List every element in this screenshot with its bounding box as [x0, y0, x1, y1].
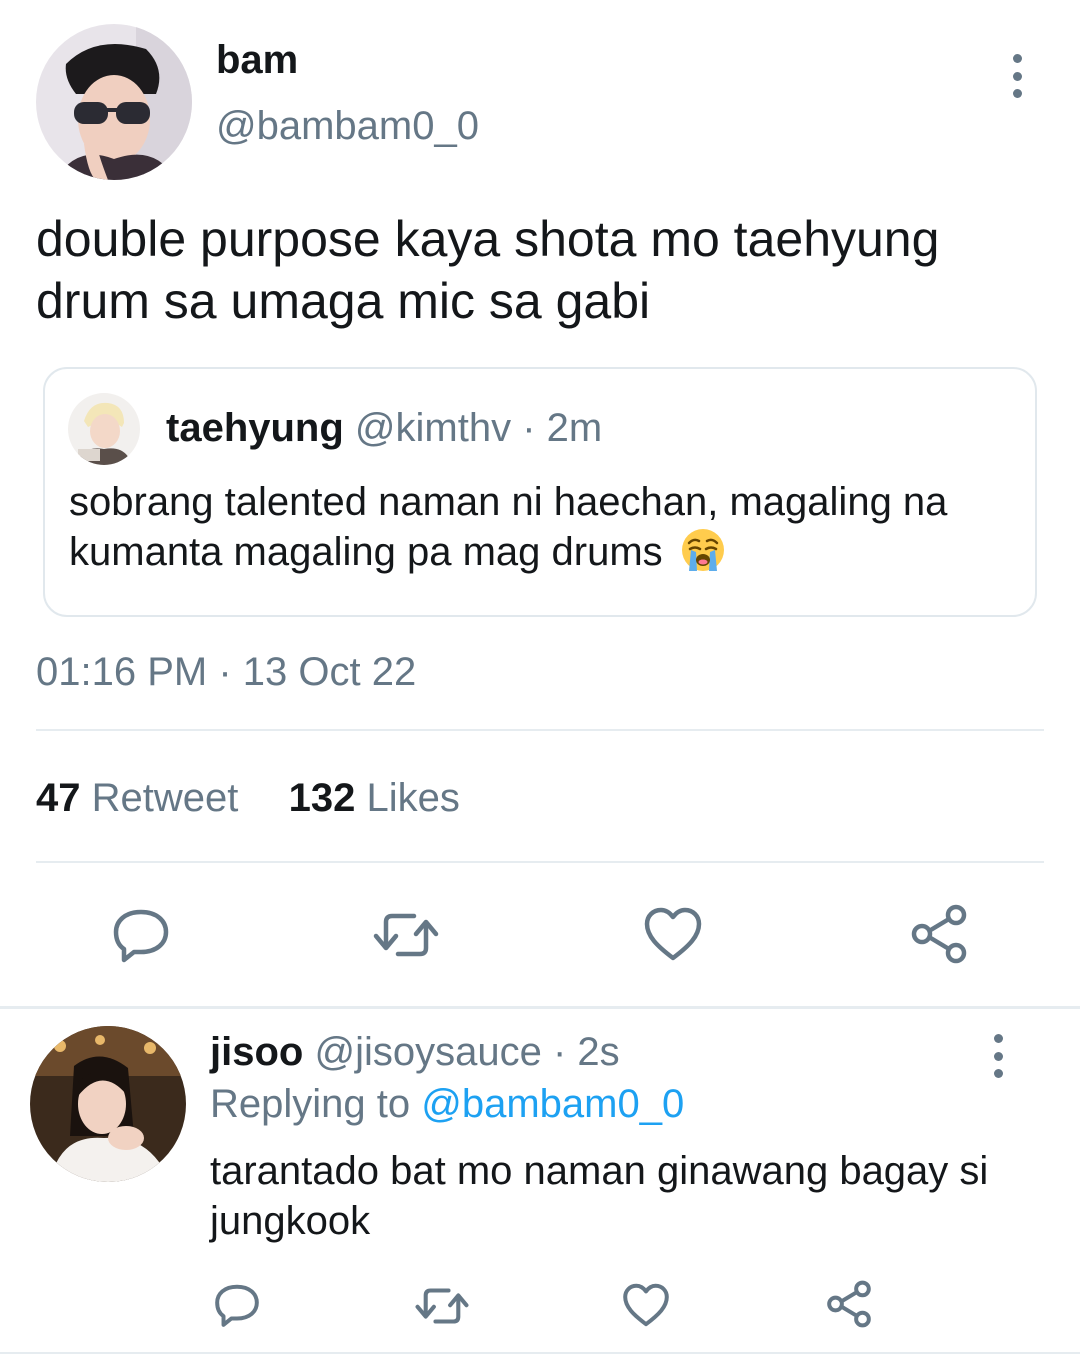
reply-time: 2s [577, 1030, 620, 1074]
engagement-stats: 47 Retweet 132 Likes [36, 776, 460, 821]
reply-like-button[interactable] [622, 1282, 670, 1328]
like-icon [644, 907, 702, 961]
retweet-icon [415, 1288, 469, 1324]
quoted-author-avatar[interactable] [68, 393, 140, 465]
retweet-count[interactable]: 47 [36, 776, 81, 820]
tweet-timestamp: 01:16 PM · 13 Oct 22 [36, 650, 417, 694]
profile-photo-icon [36, 24, 192, 180]
quoted-tweet-time: 2m [546, 406, 603, 450]
loudly-crying-face-icon [681, 529, 724, 571]
author-handle[interactable]: @bambam0_0 [216, 104, 479, 149]
reply-icon [113, 909, 169, 963]
separator-dot: · [552, 1030, 567, 1074]
divider [36, 861, 1044, 863]
reply-share-button[interactable] [826, 1280, 872, 1328]
share-icon [827, 1280, 871, 1328]
reply-author-avatar[interactable] [30, 1026, 186, 1182]
retweet-icon [373, 913, 439, 957]
quoted-tweet-text-block: sobrang talented naman ni haechan, magal… [69, 477, 1019, 577]
reply-icon [215, 1284, 259, 1327]
tweet-text: double purpose kaya shota mo taehyung dr… [36, 211, 940, 329]
more-options-icon[interactable] [1007, 54, 1027, 98]
section-separator [0, 1006, 1080, 1009]
divider [36, 729, 1044, 731]
reply-button[interactable] [112, 906, 170, 964]
likes-label[interactable]: Likes [367, 776, 460, 820]
retweet-button[interactable] [372, 908, 440, 962]
like-button[interactable] [643, 906, 703, 962]
author-name[interactable]: bam [216, 38, 298, 83]
reply-more-options-icon[interactable] [988, 1034, 1008, 1078]
likes-count[interactable]: 132 [289, 776, 356, 820]
share-button[interactable] [910, 904, 968, 964]
profile-photo-icon [68, 393, 140, 465]
quoted-tweet-text: sobrang talented naman ni haechan, magal… [69, 480, 948, 574]
reply-retweet-button[interactable] [414, 1284, 470, 1328]
reply-text: tarantado bat mo naman ginawang bagay si… [210, 1149, 989, 1243]
separator-dot: · [522, 406, 536, 450]
reply-header: jisoo @jisoysauce · 2s [210, 1030, 620, 1075]
reply-author-name[interactable]: jisoo [210, 1030, 303, 1074]
quoted-tweet-header: taehyung @kimthv · 2m [166, 406, 602, 451]
reply-reply-button[interactable] [214, 1282, 260, 1328]
profile-photo-icon [30, 1026, 186, 1182]
author-avatar[interactable] [36, 24, 192, 180]
divider [0, 1352, 1080, 1354]
quoted-author-name[interactable]: taehyung [166, 406, 344, 450]
replying-to-mention[interactable]: @bambam0_0 [421, 1082, 684, 1126]
quoted-author-handle[interactable]: @kimthv [355, 406, 511, 450]
tweet-detail-screen: bam @bambam0_0 double purpose kaya shota… [0, 0, 1080, 1356]
replying-to-line: Replying to @bambam0_0 [210, 1082, 684, 1127]
replying-to-label: Replying to [210, 1082, 411, 1126]
share-icon [911, 904, 967, 964]
like-icon [623, 1283, 669, 1327]
reply-author-handle[interactable]: @jisoysauce [314, 1030, 541, 1074]
retweet-label[interactable]: Retweet [92, 776, 239, 820]
